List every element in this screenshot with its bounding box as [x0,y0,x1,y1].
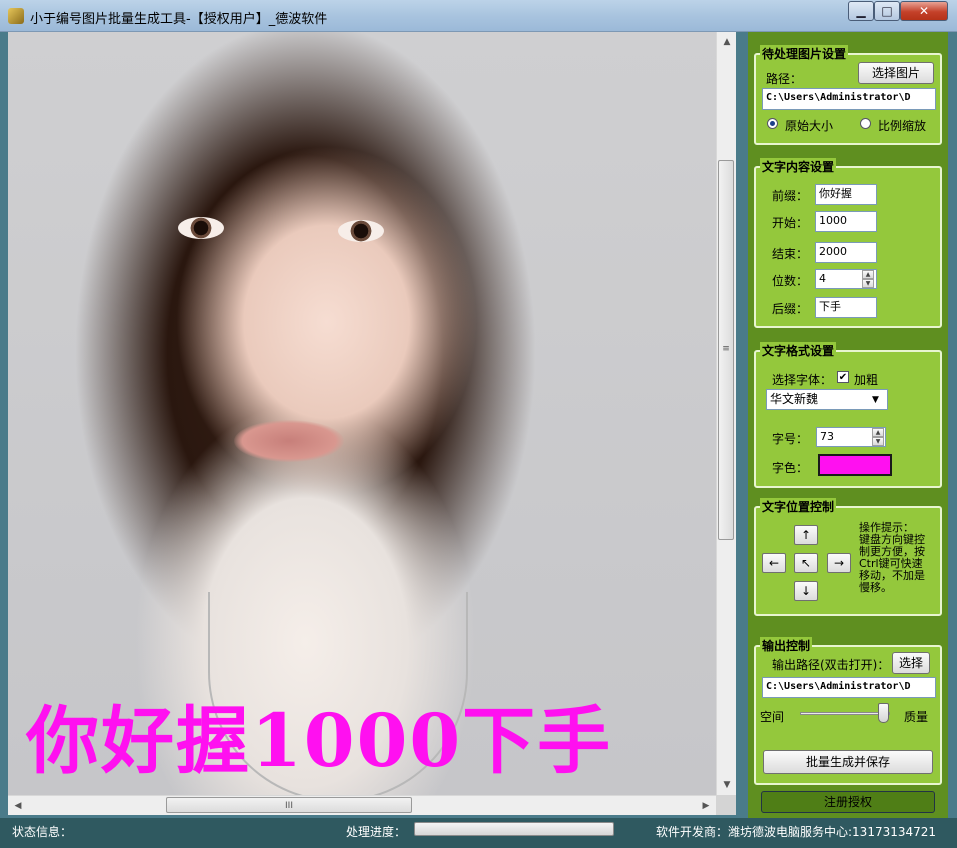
prefix-input[interactable]: 你好握 [815,184,877,205]
photo-eye-left [178,217,224,239]
quality-label: 质量 [904,710,929,724]
output-path-label: 输出路径(双击打开)： [772,658,890,672]
color-label: 字色： [772,461,809,475]
bold-label: 加粗 [854,373,879,387]
grip-icon: III [285,801,293,811]
register-button[interactable]: 注册授权 [761,791,935,813]
suffix-label: 后缀： [772,302,809,316]
end-input[interactable]: 2000 [815,242,877,263]
stepper-up-icon[interactable]: ▲ [862,270,874,279]
operation-hint: 操作提示： 键盘方向键控 制更方便，按 Ctrl键可快速 移动，不加是 慢移。 [859,522,939,594]
radio-original-size[interactable] [767,118,778,129]
start-input[interactable]: 1000 [815,211,877,232]
developer-info: 软件开发商：潍坊德波电脑服务中心:13173134721 [656,825,937,839]
scroll-down-icon[interactable]: ▼ [719,777,735,793]
grip-icon: ≡ [722,344,730,354]
radio-scale-label: 比例缩放 [878,119,927,133]
radio-scale[interactable] [860,118,871,129]
group-title: 文字位置控制 [760,498,837,515]
photo-lips [234,420,344,462]
choose-image-button[interactable]: 选择图片 [858,62,934,84]
status-label: 状态信息： [12,825,73,839]
group-title: 文字内容设置 [760,158,837,175]
output-path-field[interactable]: C:\Users\Administrator\D [762,677,936,698]
start-label: 开始： [772,216,809,230]
radio-original-label: 原始大小 [785,119,834,133]
image-preview-area[interactable]: 你好握1000下手 ▲ ▼ ≡ ◀ ▶ III [8,32,736,815]
hint-line: 慢移。 [859,581,892,594]
chevron-down-icon[interactable]: ▼ [872,395,879,405]
space-label: 空间 [760,710,785,724]
quality-slider-thumb[interactable] [878,703,890,723]
horizontal-scroll-thumb[interactable]: III [166,797,412,813]
group-title: 输出控制 [760,637,813,654]
prefix-label: 前缀： [772,189,809,203]
stepper-down-icon[interactable]: ▼ [862,279,874,288]
progress-label: 处理进度： [346,825,407,839]
window-title: 小于编号图片批量生成工具-【授权用户】_德波软件 [30,12,328,27]
path-label: 路径： [766,72,803,86]
app-icon [8,8,24,24]
move-left-button[interactable]: ← [762,553,786,573]
preview-photo: 你好握1000下手 [8,32,716,802]
progress-bar [414,822,614,836]
digits-label: 位数： [772,274,809,288]
move-down-button[interactable]: ↓ [794,581,818,601]
scroll-left-icon[interactable]: ◀ [10,798,26,814]
stepper-down-icon[interactable]: ▼ [872,437,884,446]
font-color-swatch[interactable] [818,454,892,476]
size-label: 字号： [772,432,809,446]
batch-generate-button[interactable]: 批量生成并保存 [763,750,933,774]
group-title: 文字格式设置 [760,342,837,359]
quality-slider-track[interactable] [800,712,890,715]
scroll-right-icon[interactable]: ▶ [698,798,714,814]
move-center-button[interactable]: ↖ [794,553,818,573]
overlay-text-preview[interactable]: 你好握1000下手 [26,682,612,788]
vertical-scroll-thumb[interactable]: ≡ [718,160,734,540]
image-path-field[interactable]: C:\Users\Administrator\D [762,88,936,110]
move-right-button[interactable]: → [827,553,851,573]
scroll-up-icon[interactable]: ▲ [719,34,735,50]
photo-eye-right [338,220,384,242]
close-button[interactable]: ✕ [900,1,948,21]
group-title: 待处理图片设置 [760,45,849,62]
suffix-input[interactable]: 下手 [815,297,877,318]
bold-checkbox[interactable]: ✔ [837,371,849,383]
maximize-button[interactable]: □ [874,1,900,21]
end-label: 结束： [772,247,809,261]
font-label: 选择字体： [772,373,833,387]
move-up-button[interactable]: ↑ [794,525,818,545]
choose-output-button[interactable]: 选择 [892,652,930,674]
minimize-button[interactable]: ▁ [848,1,874,21]
stepper-up-icon[interactable]: ▲ [872,428,884,437]
font-select[interactable]: 华文新魏 [766,389,888,410]
